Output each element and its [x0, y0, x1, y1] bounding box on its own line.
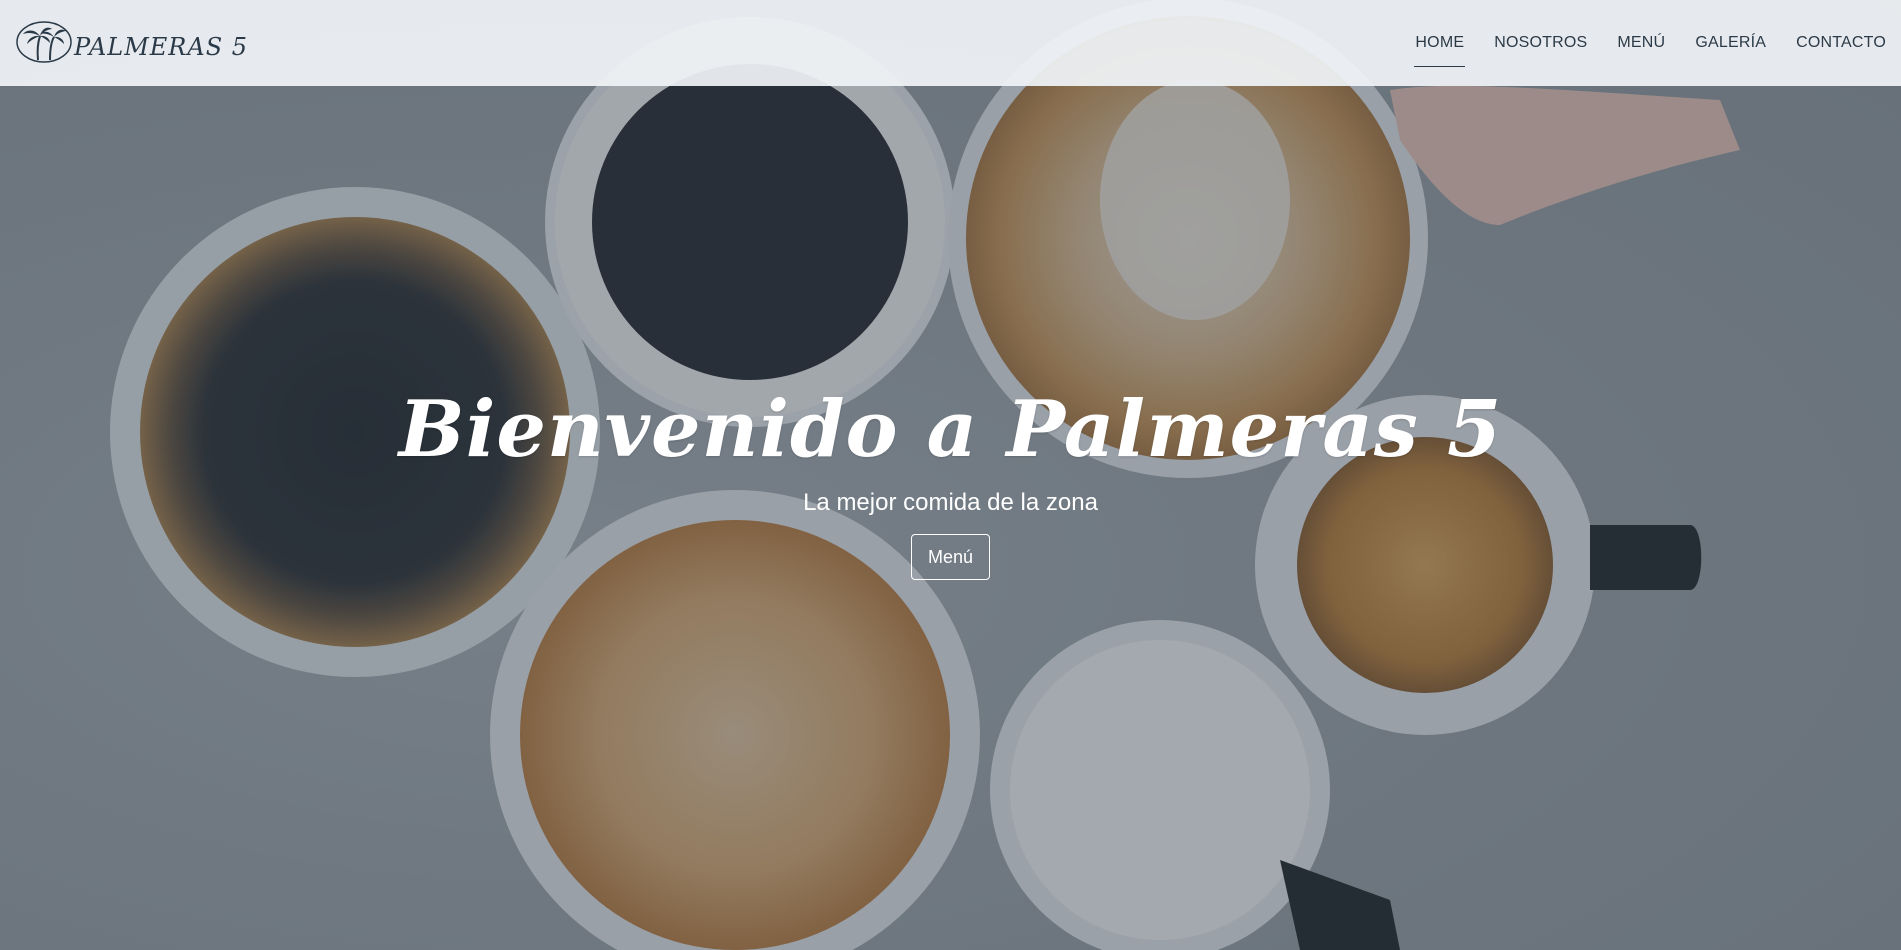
- palm-trees-icon: [16, 21, 72, 63]
- navbar: PALMERAS 5 HOME NOSOTROS MENÚ GALERÍA CO…: [0, 0, 1901, 86]
- nav-item-galeria[interactable]: GALERÍA: [1680, 0, 1781, 86]
- menu-button[interactable]: Menú: [910, 534, 991, 580]
- nav-item-nosotros[interactable]: NOSOTROS: [1479, 0, 1602, 86]
- hero-section: Bienvenido a Palmeras 5 La mejor comida …: [0, 0, 1901, 950]
- nav-item-home[interactable]: HOME: [1400, 0, 1479, 86]
- hero-content: Bienvenido a Palmeras 5 La mejor comida …: [0, 380, 1901, 580]
- nav-menu: HOME NOSOTROS MENÚ GALERÍA CONTACTO: [1400, 0, 1901, 86]
- brand-logo-link[interactable]: PALMERAS 5: [16, 0, 248, 86]
- hero-title: Bienvenido a Palmeras 5: [398, 384, 1503, 475]
- nav-item-menu[interactable]: MENÚ: [1602, 0, 1680, 86]
- nav-item-contacto[interactable]: CONTACTO: [1781, 0, 1901, 86]
- brand-name: PALMERAS 5: [74, 33, 249, 61]
- hero-subtitle: La mejor comida de la zona: [803, 489, 1098, 516]
